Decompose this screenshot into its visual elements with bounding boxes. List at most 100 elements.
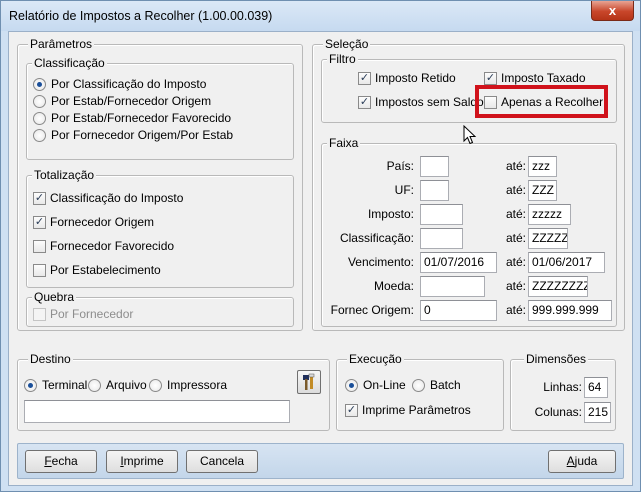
colunas-input[interactable]: 215 — [584, 402, 611, 423]
fornec-origem-to-input[interactable]: 999.999.999 — [528, 300, 612, 321]
checkbox-label: Classificação do Imposto — [50, 191, 184, 205]
radio-online[interactable]: On-Line — [345, 378, 406, 392]
filtro-legend: Filtro — [327, 52, 358, 66]
title-bar[interactable]: Relatório de Impostos a Recolher (1.00.0… — [1, 1, 640, 31]
radio-label: Por Classificação do Imposto — [51, 77, 207, 91]
check-impostos-sem-saldo[interactable]: ✓ Impostos sem Saldo — [358, 95, 484, 109]
check-fornecedor-favorecido[interactable]: Fornecedor Favorecido — [33, 239, 174, 253]
moeda-from-input[interactable] — [420, 276, 485, 297]
check-por-fornecedor[interactable]: Por Fornecedor — [33, 307, 133, 321]
dialog-window: Relatório de Impostos a Recolher (1.00.0… — [0, 0, 641, 492]
faixa-label-pais: País: — [386, 159, 414, 173]
moeda-to-input[interactable]: ZZZZZZZZ — [528, 276, 588, 297]
faixa-label-vencimento: Vencimento: — [347, 255, 414, 269]
linhas-label: Linhas: — [543, 380, 582, 394]
radio-terminal[interactable]: Terminal — [24, 378, 87, 392]
destino-group: Destino Terminal Arquivo Impressora — [17, 352, 330, 431]
execucao-legend: Execução — [347, 352, 404, 366]
faixa-label-uf: UF: — [394, 183, 414, 197]
checkbox-checked: ✓ — [33, 191, 46, 205]
uf-from-input[interactable] — [420, 180, 449, 201]
radio-indicator — [149, 378, 162, 392]
check-fornecedor-origem[interactable]: ✓ Fornecedor Origem — [33, 215, 154, 229]
fecha-button[interactable]: Fecha — [25, 450, 97, 473]
ajuda-mnemonic: A — [566, 454, 575, 468]
check-imprime-parametros[interactable]: ✓ Imprime Parâmetros — [345, 403, 471, 417]
radio-indicator — [33, 111, 46, 125]
radio-impressora[interactable]: Impressora — [149, 378, 227, 392]
radio-indicator — [24, 378, 37, 392]
imprime-button[interactable]: Imprime — [106, 450, 178, 473]
quebra-legend: Quebra — [32, 290, 77, 304]
close-button[interactable]: x — [591, 1, 634, 21]
radio-label: Terminal — [42, 378, 88, 392]
radio-arquivo[interactable]: Arquivo — [88, 378, 147, 392]
ate-label: até: — [506, 231, 527, 245]
checkbox-label: Imprime Parâmetros — [362, 403, 471, 417]
ate-label: até: — [506, 255, 527, 269]
checkbox-unchecked — [33, 239, 46, 253]
faixa-label-imposto: Imposto: — [367, 207, 414, 221]
ate-label: até: — [506, 207, 527, 221]
imposto-from-input[interactable] — [420, 204, 463, 225]
checkbox-label: Imposto Taxado — [501, 71, 586, 85]
execucao-group: Execução On-Line Batch ✓ Imprime Parâmetr… — [336, 352, 504, 431]
parametros-group: Parâmetros Classificação Por Classificaç… — [17, 37, 303, 331]
check-imposto-retido[interactable]: ✓ Imposto Retido — [358, 71, 456, 85]
vencimento-from-input[interactable]: 01/07/2016 — [420, 252, 497, 273]
ate-label: até: — [506, 183, 527, 197]
quebra-group: Quebra Por Fornecedor — [26, 290, 294, 327]
ajuda-label: juda — [574, 454, 598, 468]
checkbox-checked: ✓ — [484, 71, 497, 85]
ate-label: até: — [506, 159, 527, 173]
vencimento-to-input[interactable]: 01/06/2017 — [528, 252, 605, 273]
dimensoes-legend: Dimensões — [524, 352, 589, 366]
faixa-group: Faixa País: até: zzz UF: até: ZZZ Impost… — [321, 136, 617, 327]
colunas-label: Colunas: — [534, 405, 582, 419]
classificacao-group: Classificação Por Classificação do Impos… — [26, 56, 294, 160]
dimensoes-group: Dimensões Linhas: 64 Colunas: 215 — [510, 352, 616, 431]
totalizacao-legend: Totalização — [32, 168, 97, 182]
radio-classificacao-imposto[interactable]: Por Classificação do Imposto — [33, 77, 206, 91]
radio-label: Arquivo — [106, 378, 147, 392]
button-bar: Fecha Imprime Cancela Ajuda — [17, 443, 624, 479]
pais-to-input[interactable]: zzz — [528, 156, 557, 177]
selecao-legend: Seleção — [323, 37, 371, 51]
checkbox-checked: ✓ — [358, 71, 371, 85]
check-classificacao-imposto[interactable]: ✓ Classificação do Imposto — [33, 191, 183, 205]
totalizacao-group: Totalização ✓ Classificação do Imposto ✓ F… — [26, 168, 294, 288]
faixa-label-moeda: Moeda: — [373, 279, 414, 293]
radio-estab-fornecedor-favorecido[interactable]: Por Estab/Fornecedor Favorecido — [33, 111, 231, 125]
destino-tool-button[interactable] — [297, 370, 321, 394]
checkbox-label: Fornecedor Favorecido — [50, 239, 175, 253]
radio-batch[interactable]: Batch — [412, 378, 461, 392]
classificacao-from-input[interactable] — [420, 228, 463, 249]
imprime-label: mprime — [123, 454, 164, 468]
checkbox-checked: ✓ — [358, 95, 371, 109]
checkbox-label: Impostos sem Saldo — [375, 95, 484, 109]
radio-label: On-Line — [363, 378, 406, 392]
radio-indicator — [33, 128, 46, 142]
fornec-origem-from-input[interactable]: 0 — [420, 300, 497, 321]
check-imposto-taxado[interactable]: ✓ Imposto Taxado — [484, 71, 586, 85]
imposto-to-input[interactable]: zzzzz — [528, 204, 571, 225]
classificacao-legend: Classificação — [32, 56, 107, 70]
radio-indicator — [88, 378, 101, 392]
checkbox-label: Por Estabelecimento — [50, 263, 161, 277]
faixa-label-fornec-origem: Fornec Origem: — [330, 303, 414, 317]
faixa-label-classificacao: Classificação: — [339, 231, 414, 245]
cancela-button[interactable]: Cancela — [186, 450, 258, 473]
linhas-input[interactable]: 64 — [584, 377, 608, 398]
radio-fornecedor-origem-estab[interactable]: Por Fornecedor Origem/Por Estab — [33, 128, 233, 142]
check-por-estabelecimento[interactable]: Por Estabelecimento — [33, 263, 161, 277]
checkbox-checked: ✓ — [33, 215, 46, 229]
radio-indicator — [33, 77, 46, 91]
mouse-cursor-icon — [463, 125, 477, 145]
radio-estab-fornecedor-origem[interactable]: Por Estab/Fornecedor Origem — [33, 94, 211, 108]
uf-to-input[interactable]: ZZZ — [528, 180, 557, 201]
ajuda-button[interactable]: Ajuda — [548, 450, 616, 473]
pais-from-input[interactable] — [420, 156, 449, 177]
checkbox-checked: ✓ — [345, 403, 358, 417]
destino-path-input[interactable] — [24, 400, 290, 423]
classificacao-to-input[interactable]: ZZZZZ — [528, 228, 568, 249]
